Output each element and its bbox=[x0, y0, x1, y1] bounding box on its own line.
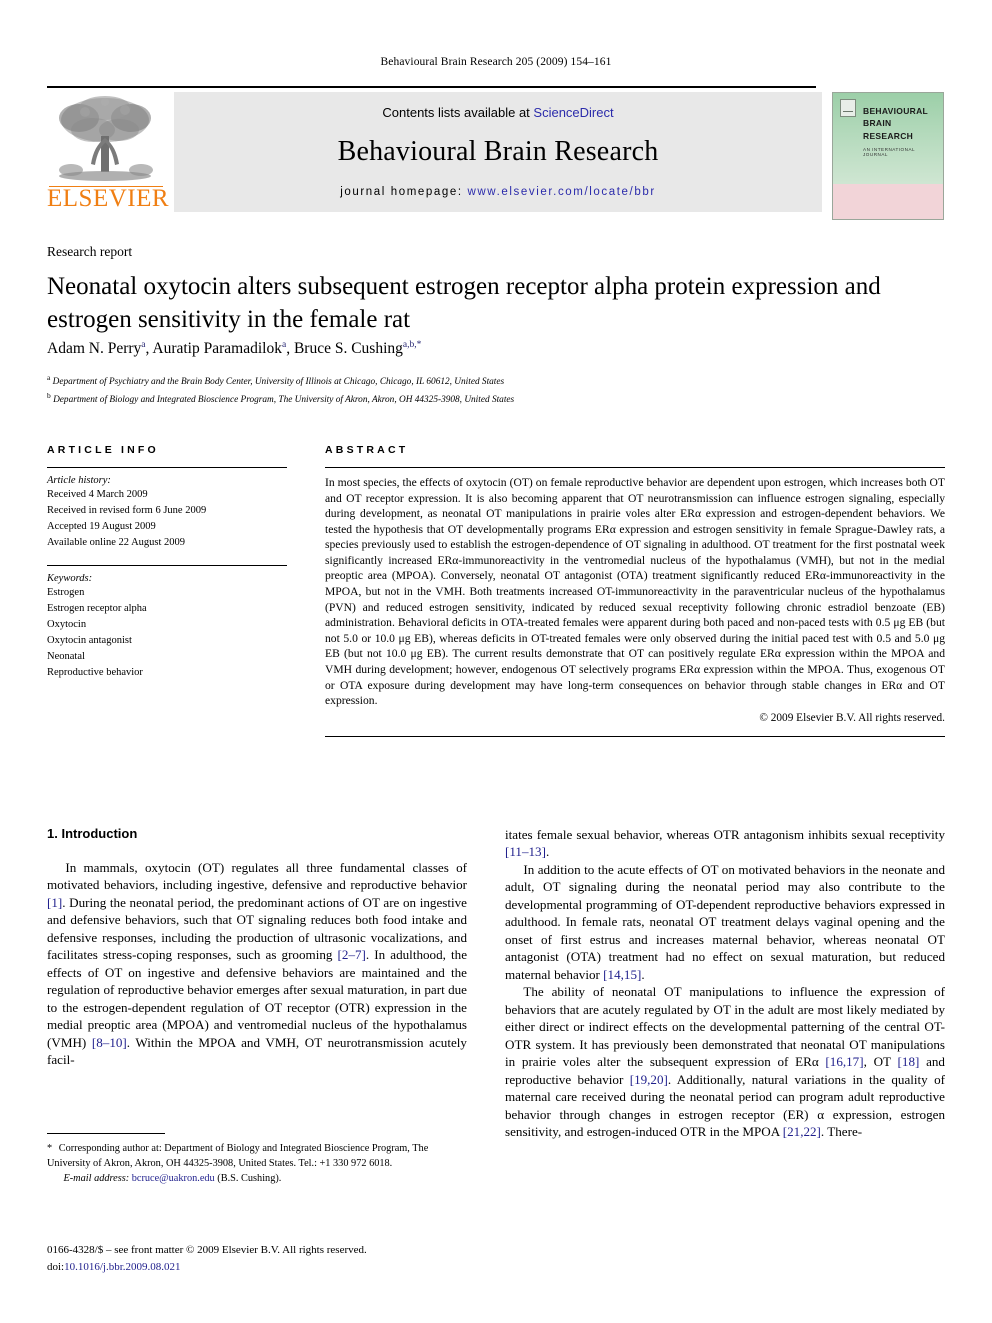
list-item: Received in revised form 6 June 2009 bbox=[47, 504, 207, 516]
cover-title-line-1: BEHAVIOURAL bbox=[863, 106, 929, 116]
intro-paragraph-3: The ability of neonatal OT manipulations… bbox=[505, 984, 945, 1139]
article-history-label: Article history: bbox=[47, 475, 111, 486]
list-item: Oxytocin bbox=[47, 618, 87, 630]
doi-label: doi: bbox=[47, 1260, 65, 1273]
cover-title-line-2: BRAIN bbox=[863, 118, 892, 129]
cover-title-line-3: RESEARCH bbox=[863, 130, 914, 141]
intro-paragraph-1: In mammals, oxytocin (OT) regulates all … bbox=[47, 860, 468, 1068]
abstract-heading: ABSTRACT bbox=[325, 444, 409, 456]
imprint-block: 0166-4328/$ – see front matter © 2009 El… bbox=[47, 1242, 477, 1275]
body-column-right: itates female sexual behavior, whereas O… bbox=[505, 826, 945, 1140]
abstract-bottom-rule bbox=[325, 735, 945, 737]
list-item: Accepted 19 August 2009 bbox=[47, 520, 156, 532]
affiliation-b-text: Department of Biology and Integrated Bio… bbox=[53, 394, 515, 405]
intro-paragraph-2: In addition to the acute effects of OT o… bbox=[505, 861, 945, 982]
abstract-copyright: © 2009 Elsevier B.V. All rights reserved… bbox=[759, 711, 945, 724]
corresponding-author-text: * Corresponding author at: Department of… bbox=[47, 1143, 429, 1170]
list-item: Estrogen bbox=[47, 586, 85, 598]
list-item: Available online 22 August 2009 bbox=[47, 536, 186, 548]
page-title: Neonatal oxytocin alters subsequent estr… bbox=[47, 273, 881, 333]
journal-header-band: Contents lists available at ScienceDirec… bbox=[174, 92, 822, 212]
contents-available-line: Contents lists available at ScienceDirec… bbox=[174, 105, 822, 120]
elsevier-tree-icon bbox=[59, 96, 153, 181]
keywords-list: Estrogen Estrogen receptor alpha Oxytocin O… bbox=[47, 585, 287, 681]
article-history-list: Received 4 March 2009 Received in revised… bbox=[47, 487, 287, 551]
article-page: Behavioural Brain Research 205 (2009) 15… bbox=[0, 0, 992, 1323]
contents-prefix: Contents lists available at bbox=[382, 105, 534, 120]
journal-homepage-link[interactable]: www.elsevier.com/locate/bbr bbox=[467, 186, 655, 198]
intro-paragraph-1-continued: itates female sexual behavior, whereas O… bbox=[505, 827, 945, 860]
issn-line: 0166-4328/$ – see front matter © 2009 El… bbox=[47, 1244, 367, 1256]
cover-title: BEHAVIOURAL BRAIN RESEARCH bbox=[863, 105, 939, 142]
article-type-label: Research report bbox=[47, 244, 133, 259]
elsevier-logo: ELSEVIER bbox=[47, 92, 170, 212]
abstract-rule bbox=[325, 467, 945, 468]
journal-title: Behavioural Brain Research bbox=[337, 136, 659, 167]
article-info-block: ARTICLE INFO Article history: Received 4… bbox=[47, 444, 287, 681]
journal-homepage-line: journal homepage: www.elsevier.com/locat… bbox=[174, 186, 822, 198]
section-heading-introduction: 1. Introduction bbox=[47, 826, 138, 841]
sciencedirect-link[interactable]: ScienceDirect bbox=[533, 105, 613, 120]
keywords-label: Keywords: bbox=[47, 572, 93, 584]
doi-line: doi:10.1016/j.bbr.2009.08.021 bbox=[47, 1259, 477, 1276]
article-info-rule bbox=[47, 467, 287, 468]
email-line: E-mail address: bcruce@uakron.edu (B.S. … bbox=[47, 1171, 467, 1186]
affiliation-b: b Department of Biology and Integrated B… bbox=[47, 390, 515, 405]
homepage-prefix: journal homepage: bbox=[340, 186, 468, 198]
cover-subtitle: AN INTERNATIONAL JOURNAL bbox=[863, 147, 915, 157]
doi-link[interactable]: 10.1016/j.bbr.2009.08.021 bbox=[64, 1261, 180, 1273]
footnote-rule bbox=[47, 1133, 165, 1134]
abstract-block: ABSTRACT In most species, the effects of… bbox=[325, 444, 945, 737]
abstract-text: In most species, the effects of oxytocin… bbox=[325, 476, 945, 708]
cover-elsevier-tree-icon bbox=[840, 99, 856, 117]
list-item: Estrogen receptor alpha bbox=[47, 602, 147, 614]
elsevier-wordmark: ELSEVIER bbox=[47, 185, 170, 212]
keywords-rule bbox=[47, 564, 287, 566]
journal-cover-thumbnail: BEHAVIOURAL BRAIN RESEARCH AN INTERNATIO… bbox=[832, 92, 944, 220]
corresponding-author-footnote: * Corresponding author at: Department of… bbox=[47, 1133, 467, 1186]
body-column-left: 1. Introduction In mammals, oxytocin (OT… bbox=[47, 826, 467, 1069]
affiliation-a: a Department of Psychiatry and the Brain… bbox=[47, 373, 505, 388]
email-owner: (B.S. Cushing). bbox=[217, 1173, 282, 1185]
cover-bottom-panel bbox=[833, 183, 943, 219]
running-head: Behavioural Brain Research 205 (2009) 15… bbox=[380, 56, 612, 68]
list-item: Reproductive behavior bbox=[47, 666, 143, 678]
masthead-top-rule bbox=[47, 86, 816, 88]
email-label: E-mail address: bbox=[63, 1173, 130, 1185]
email-link[interactable]: bcruce@uakron.edu bbox=[132, 1173, 215, 1184]
author-list: Adam N. Perrya, Auratip Paramadiloka, Br… bbox=[47, 340, 422, 358]
list-item: Received 4 March 2009 bbox=[47, 489, 148, 500]
list-item: Neonatal bbox=[47, 650, 85, 662]
article-info-heading: ARTICLE INFO bbox=[47, 444, 159, 456]
affiliation-a-text: Department of Psychiatry and the Brain B… bbox=[52, 377, 505, 388]
list-item: Oxytocin antagonist bbox=[47, 634, 132, 646]
affiliation-list: a Department of Psychiatry and the Brain… bbox=[47, 372, 927, 407]
